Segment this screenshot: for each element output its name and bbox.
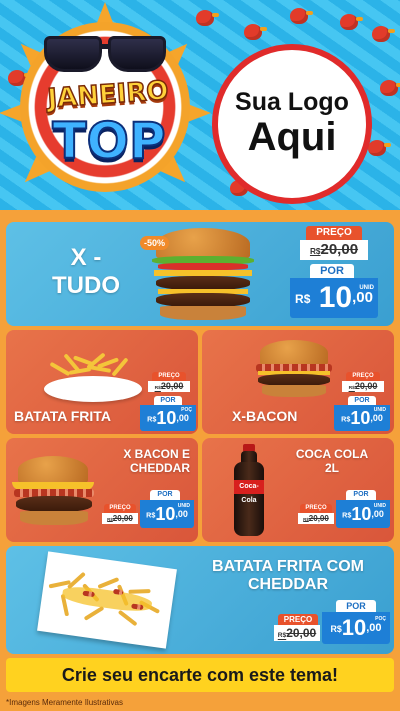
product-name-line2: CHEDDAR [130,460,190,475]
pool-header: JANEIRO TOP Sua Logo Aqui [0,0,400,210]
price-block: PREÇO R$20,00 POR R$10,00 UNID [334,372,390,432]
duck-icon [368,140,391,156]
duck-icon [196,10,219,26]
new-price-value: R$10,00 POÇ [322,612,390,644]
product-card-coca: Coca-Cola COCA COLA 2L PREÇO R$20,00 POR… [202,438,394,542]
new-price-label: POR [310,264,354,278]
old-price-value: R$20,00 [298,513,334,524]
new-price-label: POR [348,396,376,405]
product-name-line2: 2L [324,460,339,475]
fries-image [38,344,148,404]
new-price-value: R$10,00 UNID [140,500,194,528]
product-name: X-BACON [232,408,298,424]
logo-text-line1: Sua Logo [235,87,349,116]
duck-icon [372,26,395,42]
price-block: PREÇO R$20,00 POR R$10,00 POÇ [274,600,390,650]
new-price-label: POR [346,490,376,500]
duck-icon [244,24,267,40]
logo-placeholder: Sua Logo Aqui [212,44,372,204]
old-price-label: PREÇO [346,372,380,381]
product-card-batatacheddar: BATATA FRITA COM CHEDDAR PREÇO R$20,00 P… [6,546,394,654]
badge-title-line2: TOP [51,111,166,171]
product-name-line2: TUDO [52,271,120,299]
old-price-value: R$20,00 [102,513,138,524]
product-name: X BACON E CHEDDAR [86,447,190,476]
product-name-line1: X BACON E [123,447,190,461]
burger-image [12,456,96,530]
product-name-line2: CHEDDAR [248,576,328,594]
product-name-line1: X - [70,244,102,271]
logo-text-line2: Aqui [247,114,337,159]
new-price-label: POR [150,490,180,500]
new-price-value: R$ 10,00 UNID [290,278,378,318]
product-name-line1: COCA COLA [295,447,369,461]
duck-icon [380,80,400,96]
duck-icon [290,8,313,24]
bottle-label: Coca-Cola [234,480,264,504]
cta-banner[interactable]: Crie seu encarte com este tema! [6,658,394,692]
old-price-value: R$20,00 [148,381,190,392]
soda-bottle-image: Coca-Cola [232,444,266,538]
product-name: X - TUDO [26,244,146,299]
old-price-value: R$20,00 [274,625,320,641]
old-price-label: PREÇO [306,226,362,240]
old-price-label: PREÇO [300,504,332,513]
new-price-label: POR [336,600,376,612]
product-name: BATATA FRITA COM CHEDDAR [192,558,384,595]
new-price-value: R$10,00 UNID [334,405,390,431]
product-card-xbaconcheddar: X BACON E CHEDDAR PREÇO R$20,00 POR R$10… [6,438,198,542]
product-name: BATATA FRITA [14,408,111,424]
sunglasses-icon [44,36,166,72]
product-card-xbacon: X-BACON PREÇO R$20,00 POR R$10,00 UNID [202,330,394,434]
flyer: JANEIRO TOP Sua Logo Aqui X - TUDO -50% … [0,0,400,711]
product-name-line1: BATATA FRITA COM [212,558,364,575]
loaded-fries-image [37,551,177,649]
product-card-batata: BATATA FRITA PREÇO R$20,00 POR R$10,00 PO… [6,330,198,434]
discount-badge: -50% [140,236,170,250]
product-card-xtudo: X - TUDO -50% PREÇO R$20,00 POR R$ 10,00… [6,222,394,326]
disclaimer-note: *Imagens Meramente Ilustrativas [6,698,123,707]
burger-image [254,340,334,402]
old-price-label: PREÇO [104,504,136,513]
new-price-value: R$10,00 POÇ [140,405,196,431]
price-block: PREÇO R$20,00 POR R$10,00 UNID [102,490,194,538]
old-price-value: R$20,00 [300,240,368,260]
new-price-label: POR [154,396,182,405]
new-price-value: R$10,00 UNID [336,500,390,528]
old-price-label: PREÇO [152,372,186,381]
price-block: PREÇO R$20,00 POR R$10,00 POÇ [140,372,196,432]
product-name: COCA COLA 2L [282,447,382,476]
price-block: PREÇO R$20,00 POR R$10,00 UNID [298,490,390,538]
old-price-label: PREÇO [278,614,318,625]
old-price-value: R$20,00 [342,381,384,392]
price-block: PREÇO R$20,00 POR R$ 10,00 UNID [290,226,390,322]
duck-icon [340,14,363,30]
